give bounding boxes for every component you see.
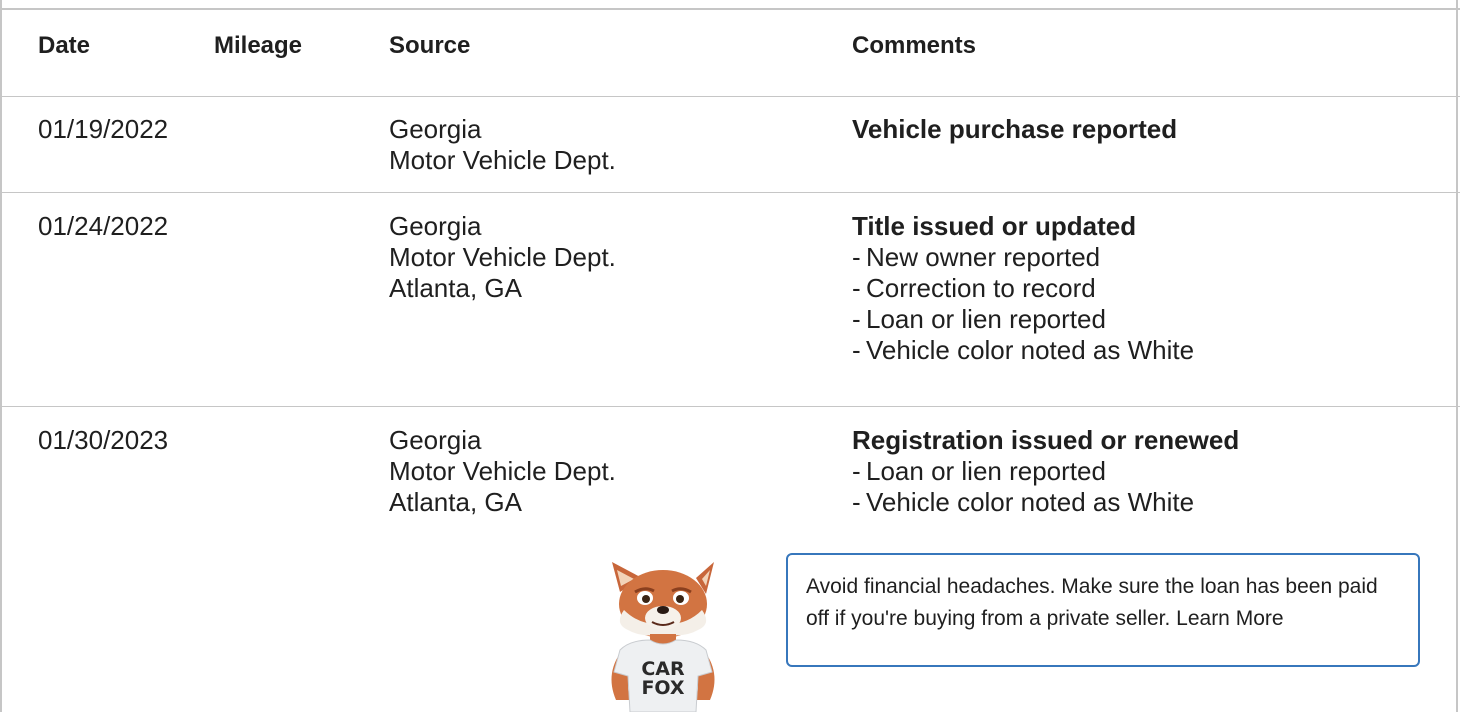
source-line: Georgia (389, 211, 482, 241)
shirt-text-line2: FOX (641, 677, 684, 699)
comment-item: - Loan or lien reported (852, 456, 1106, 486)
table-header-row: Date Mileage Source Comments (0, 10, 1460, 97)
tip-text: Avoid financial headaches. Make sure the… (806, 575, 1378, 630)
record-comments: Vehicle purchase reported (852, 114, 1177, 145)
comment-item: - Loan or lien reported (852, 304, 1106, 334)
record-date: 01/19/2022 (38, 114, 169, 144)
comment-title: Vehicle purchase reported (852, 114, 1178, 144)
source-line: Motor Vehicle Dept. (389, 145, 616, 175)
comment-item-text: Loan or lien reported (866, 456, 1106, 486)
record-source: Georgia Motor Vehicle Dept. Atlanta, GA (389, 211, 616, 304)
source-line: Motor Vehicle Dept. (389, 456, 616, 486)
comment-item: - New owner reported (852, 242, 1101, 272)
record-date: 01/24/2022 (38, 211, 169, 241)
comment-item: - Vehicle color noted as White (852, 335, 1195, 365)
source-line: Georgia (389, 425, 482, 455)
source-line: Motor Vehicle Dept. (389, 242, 616, 272)
column-header-source: Source (389, 32, 471, 59)
tip-callout: Avoid financial headaches. Make sure the… (786, 553, 1420, 667)
comment-item: - Vehicle color noted as White (852, 487, 1195, 517)
source-line: Atlanta, GA (389, 487, 522, 517)
source-line: Georgia (389, 114, 482, 144)
carfox-mascot-drawing: CAR FOX (611, 562, 715, 712)
column-header-mileage: Mileage (214, 32, 303, 59)
carfox-mascot-icon: CAR FOX (590, 560, 735, 712)
record-comments: Registration issued or renewed - Loan or … (852, 425, 1239, 518)
record-source: Georgia Motor Vehicle Dept. (389, 114, 616, 176)
comment-item-text: Vehicle color noted as White (866, 487, 1195, 517)
comment-item-text: Loan or lien reported (866, 304, 1106, 334)
comment-item-text: Correction to record (866, 273, 1096, 303)
learn-more-link[interactable]: Learn More (1176, 607, 1283, 630)
table-row: 01/19/2022 Georgia Motor Vehicle Dept. V… (0, 96, 1460, 193)
comment-item-text: Vehicle color noted as White (866, 335, 1195, 365)
column-header-comments: Comments (852, 32, 977, 59)
record-source: Georgia Motor Vehicle Dept. Atlanta, GA (389, 425, 616, 518)
record-comments: Title issued or updated - New owner repor… (852, 211, 1194, 366)
source-line: Atlanta, GA (389, 273, 522, 303)
comment-title: Title issued or updated (852, 211, 1137, 241)
comment-title: Registration issued or renewed (852, 425, 1240, 455)
column-header-date: Date (38, 32, 91, 59)
comment-item-text: New owner reported (866, 242, 1101, 272)
table-row: 01/30/2023 Georgia Motor Vehicle Dept. A… (0, 407, 1460, 537)
table-row: 01/24/2022 Georgia Motor Vehicle Dept. A… (0, 193, 1460, 407)
record-date: 01/30/2023 (38, 425, 169, 455)
comment-item: - Correction to record (852, 273, 1096, 303)
